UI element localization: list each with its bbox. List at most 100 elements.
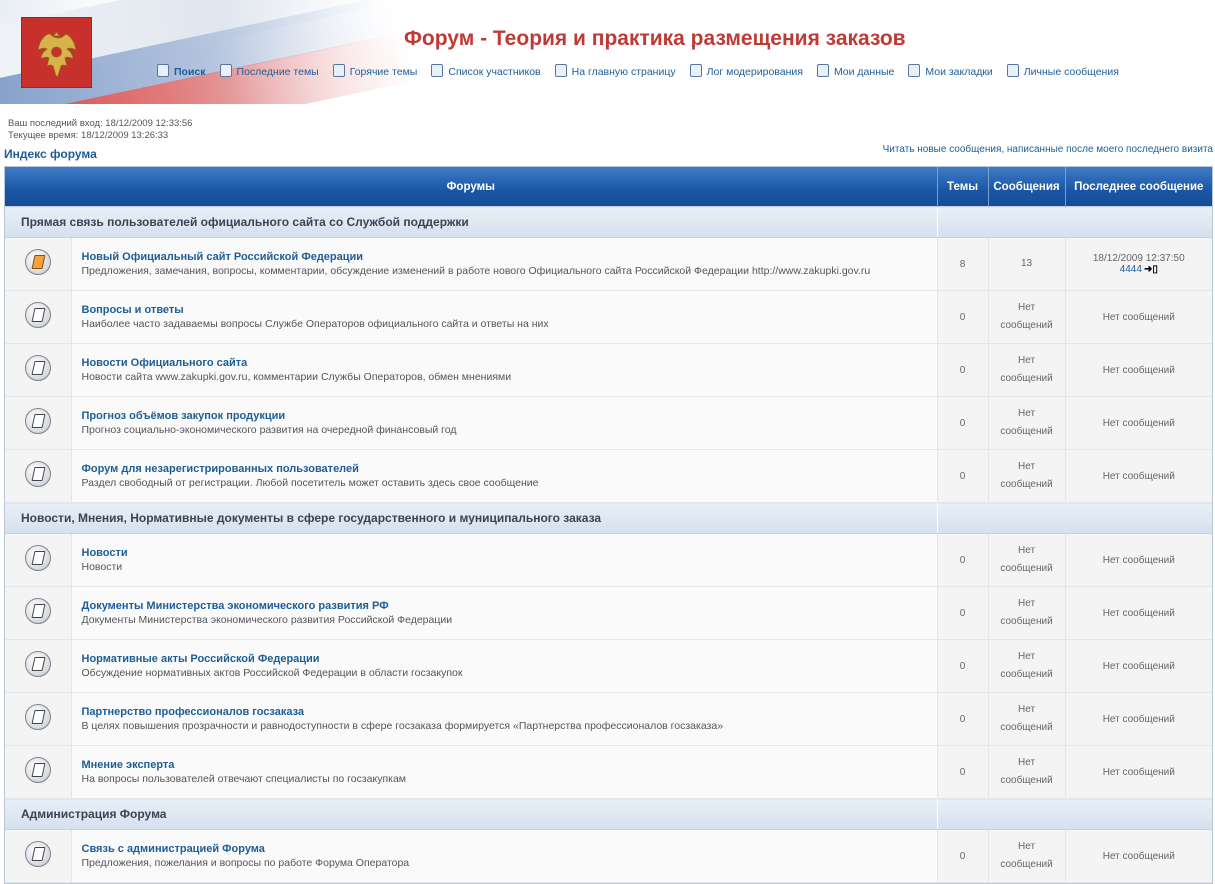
forum-description: Прогноз социально-экономического развити… [81, 424, 457, 436]
nav-home[interactable]: На главную страницу [554, 64, 676, 78]
coat-of-arms-logo[interactable] [21, 17, 92, 88]
last-post-cell: Нет сообщений [1065, 449, 1213, 503]
search-icon [157, 64, 169, 77]
no-new-posts-icon [24, 650, 51, 677]
nav-members[interactable]: Список участников [431, 64, 541, 78]
forum-info-cell: Связь с администрацией Форума Предложения… [71, 829, 938, 883]
forum-link[interactable]: Новости [82, 547, 936, 559]
no-posts-line2: сообщений [1000, 373, 1053, 384]
posts-cell: Нет сообщений [988, 343, 1066, 397]
forum-link[interactable]: Новый Официальный сайт Российской Федера… [82, 251, 936, 263]
topics-icon [219, 64, 232, 77]
topics-count: 0 [937, 343, 989, 397]
forum-status-cell [5, 745, 72, 799]
nav-private-messages[interactable]: Личные сообщения [1006, 64, 1119, 78]
forum-link[interactable]: Прогноз объёмов закупок продукции [82, 410, 936, 422]
no-posts-line1: Нет [1018, 651, 1036, 662]
no-posts-line1: Нет [1018, 704, 1036, 715]
no-posts-line2: сообщений [1000, 426, 1053, 437]
home-icon [554, 64, 567, 77]
posts-cell: Нет сообщений [988, 449, 1066, 503]
nav-my-profile[interactable]: Мои данные [816, 64, 894, 78]
last-post-date: 18/12/2009 12:37:50 [1092, 253, 1185, 264]
posts-cell: 13 [988, 237, 1066, 291]
forum-row: Прогноз объёмов закупок продукции Прогноз… [5, 396, 1213, 450]
no-posts-line1: Нет [1018, 461, 1036, 472]
no-last-post: Нет сообщений [1102, 470, 1175, 482]
no-posts-line2: сообщений [1000, 669, 1053, 680]
messages-icon [1006, 64, 1019, 77]
forum-row: Новый Официальный сайт Российской Федера… [5, 237, 1213, 291]
posts-cell: Нет сообщений [988, 745, 1066, 799]
forum-link[interactable]: Связь с администрацией Форума [82, 843, 936, 855]
col-topics: Темы [937, 167, 989, 207]
category-title[interactable]: Новости, Мнения, Нормативные документы в… [5, 502, 938, 534]
nav-recent-topics[interactable]: Последние темы [219, 64, 319, 78]
forum-link[interactable]: Вопросы и ответы [82, 304, 936, 316]
forum-row: Форум для незарегистрированных пользоват… [5, 449, 1213, 503]
topics-count: 0 [937, 586, 989, 640]
no-posts-line2: сообщений [1000, 722, 1053, 733]
new-posts-link[interactable]: Читать новые сообщения, написанные после… [883, 144, 1213, 155]
no-last-post: Нет сообщений [1102, 850, 1175, 862]
no-last-post: Нет сообщений [1102, 417, 1175, 429]
forum-description: Новости сайта www.zakupki.gov.ru, коммен… [81, 371, 512, 383]
posts-count: 13 [1020, 258, 1033, 269]
no-new-posts-icon [24, 840, 51, 867]
forum-link[interactable]: Нормативные акты Российской Федерации [82, 653, 936, 665]
forum-row: Новости Официального сайта Новости сайта … [5, 343, 1213, 397]
category-fill [936, 798, 1213, 830]
goto-last-post-icon[interactable]: ➜▯ [1144, 264, 1158, 275]
topics-count: 0 [937, 829, 989, 883]
forum-row: Нормативные акты Российской Федерации Обс… [5, 639, 1213, 693]
header: Форум - Теория и практика размещения зак… [0, 0, 1215, 104]
no-last-post: Нет сообщений [1102, 713, 1175, 725]
nav-mod-log[interactable]: Лог модерирования [689, 64, 803, 78]
no-posts-line1: Нет [1018, 408, 1036, 419]
category-fill [936, 502, 1213, 534]
nav-search[interactable]: Поиск [157, 64, 206, 78]
forum-info-cell: Новости Официального сайта Новости сайта … [71, 343, 938, 397]
forum-link[interactable]: Форум для незарегистрированных пользоват… [82, 463, 936, 475]
forum-info-cell: Документы Министерства экономического ра… [71, 586, 938, 640]
last-post-cell: Нет сообщений [1065, 290, 1213, 344]
nav-hot-topics[interactable]: Горячие темы [332, 64, 417, 78]
bookmarks-icon [908, 64, 921, 77]
forum-link[interactable]: Партнерство профессионалов госзаказа [82, 706, 936, 718]
forum-description: Предложения, пожелания и вопросы по рабо… [81, 857, 410, 869]
forum-index-link[interactable]: Индекс форума [4, 147, 97, 161]
forum-row: Вопросы и ответы Наиболее часто задаваемы… [5, 290, 1213, 344]
category-title[interactable]: Администрация Форума [5, 798, 938, 830]
category-title[interactable]: Прямая связь пользователей официального … [5, 206, 938, 238]
no-last-post: Нет сообщений [1102, 607, 1175, 619]
forum-link[interactable]: Мнение эксперта [82, 759, 936, 771]
forum-status-cell [5, 449, 72, 503]
last-post-cell: Нет сообщений [1065, 396, 1213, 450]
log-icon [689, 64, 702, 77]
posts-cell: Нет сообщений [988, 639, 1066, 693]
members-icon [431, 64, 444, 77]
forum-row: Документы Министерства экономического ра… [5, 586, 1213, 640]
no-new-posts-icon [24, 703, 51, 730]
forum-link[interactable]: Документы Министерства экономического ра… [82, 600, 936, 612]
forum-row: Связь с администрацией Форума Предложения… [5, 829, 1213, 883]
forum-status-cell [5, 290, 72, 344]
forum-status-cell [5, 343, 72, 397]
last-post-cell: Нет сообщений [1065, 639, 1213, 693]
nav-bookmarks[interactable]: Мои закладки [908, 64, 993, 78]
forum-description: Документы Министерства экономического ра… [81, 614, 453, 626]
no-posts-line2: сообщений [1000, 563, 1053, 574]
no-posts-line2: сообщений [1000, 616, 1053, 627]
no-posts-line1: Нет [1018, 355, 1036, 366]
posts-cell: Нет сообщений [988, 290, 1066, 344]
top-nav: Поиск Последние темы Горячие темы Список уч… [157, 64, 1133, 80]
forum-link[interactable]: Новости Официального сайта [82, 357, 936, 369]
topics-count: 0 [937, 692, 989, 746]
forum-status-cell [5, 237, 72, 291]
category-row: Прямая связь пользователей официального … [5, 206, 1213, 238]
forum-status-cell [5, 533, 72, 587]
last-post-user[interactable]: 4444 [1120, 264, 1142, 275]
no-posts-line1: Нет [1018, 545, 1036, 556]
forum-status-cell [5, 692, 72, 746]
forum-description: На вопросы пользователей отвечают специа… [81, 773, 407, 785]
